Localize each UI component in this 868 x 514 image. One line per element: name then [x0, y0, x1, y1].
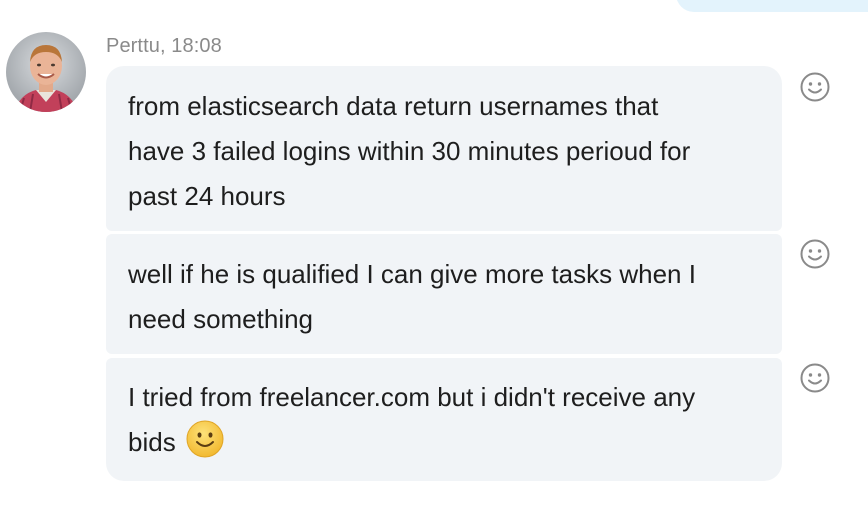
message-text-line-with-emoji: bids	[128, 420, 760, 465]
sender-name-time: Perttu, 18:08	[106, 35, 222, 57]
avatar[interactable]	[6, 32, 86, 112]
add-reaction-smiley-icon[interactable]	[799, 238, 831, 270]
previous-outgoing-message-bubble[interactable]	[676, 0, 868, 12]
message-text-line: have 3 failed logins within 30 minutes p…	[128, 136, 691, 166]
message-text-fragment: bids	[128, 427, 176, 457]
message-text-line: well if he is qualified I can give more …	[128, 259, 696, 289]
message-bubble[interactable]: from elasticsearch data return usernames…	[106, 66, 782, 231]
message-bubble[interactable]: well if he is qualified I can give more …	[106, 234, 782, 354]
smiley-face-emoji-icon	[186, 420, 224, 458]
add-reaction-smiley-icon[interactable]	[799, 362, 831, 394]
add-reaction-smiley-icon[interactable]	[799, 71, 831, 103]
message-text-line: past 24 hours	[128, 181, 286, 211]
chat-conversation: Perttu, 18:08 from elasticsearch data re…	[0, 0, 868, 514]
user-avatar-photo-icon	[6, 32, 86, 112]
message-bubble[interactable]: I tried from freelancer.com but i didn't…	[106, 358, 782, 481]
message-text-line: need something	[128, 304, 314, 334]
message-text-line: from elasticsearch data return usernames…	[128, 91, 659, 121]
message-text-line: I tried from freelancer.com but i didn't…	[128, 382, 696, 412]
